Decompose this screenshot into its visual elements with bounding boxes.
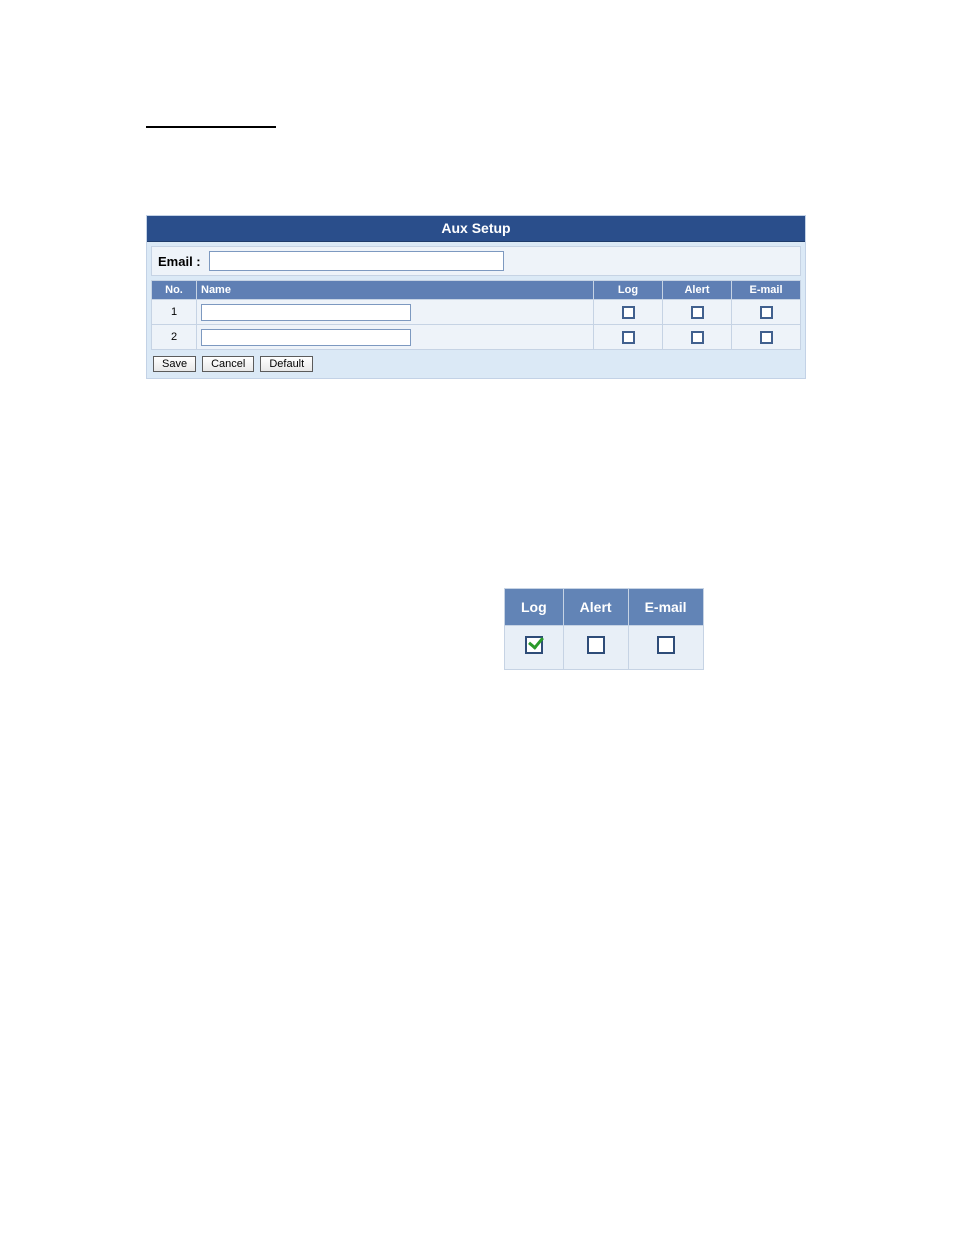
mini-row (505, 626, 704, 670)
col-header-email: E-mail (732, 281, 801, 300)
name-input-2[interactable] (201, 329, 411, 346)
default-button[interactable]: Default (260, 356, 313, 372)
email-label: Email : (158, 254, 201, 269)
cancel-button[interactable]: Cancel (202, 356, 254, 372)
log-checkbox-2[interactable] (622, 331, 635, 344)
button-row: Save Cancel Default (151, 356, 801, 372)
col-header-log: Log (594, 281, 663, 300)
cell-no: 1 (152, 300, 197, 325)
options-snippet: Log Alert E-mail (504, 588, 704, 670)
panel-title: Aux Setup (147, 216, 805, 242)
cell-name (197, 325, 594, 350)
page-underline (146, 126, 276, 128)
save-button[interactable]: Save (153, 356, 196, 372)
alert-checkbox-1[interactable] (691, 306, 704, 319)
aux-table: No. Name Log Alert E-mail 1 (151, 280, 801, 350)
mini-log-checkbox[interactable] (525, 636, 543, 654)
table-row: 2 (152, 325, 801, 350)
cell-name (197, 300, 594, 325)
col-header-name: Name (197, 281, 594, 300)
email-checkbox-2[interactable] (760, 331, 773, 344)
mini-header-alert: Alert (563, 589, 628, 626)
mini-email-checkbox[interactable] (657, 636, 675, 654)
log-checkbox-1[interactable] (622, 306, 635, 319)
mini-header-log: Log (505, 589, 564, 626)
col-header-alert: Alert (663, 281, 732, 300)
col-header-no: No. (152, 281, 197, 300)
mini-header-email: E-mail (628, 589, 703, 626)
aux-setup-panel: Aux Setup Email : No. Name Log Alert E-m… (146, 215, 806, 379)
table-row: 1 (152, 300, 801, 325)
email-checkbox-1[interactable] (760, 306, 773, 319)
name-input-1[interactable] (201, 304, 411, 321)
cell-no: 2 (152, 325, 197, 350)
mini-alert-checkbox[interactable] (587, 636, 605, 654)
email-input[interactable] (209, 251, 504, 271)
alert-checkbox-2[interactable] (691, 331, 704, 344)
email-row: Email : (151, 246, 801, 276)
